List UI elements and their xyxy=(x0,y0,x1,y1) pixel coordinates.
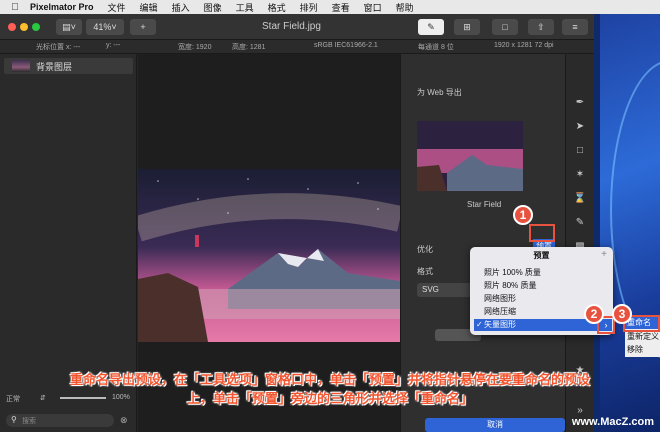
export-header: 为 Web 导出 xyxy=(417,88,462,97)
adjust-icon[interactable]: ≡ xyxy=(562,19,588,35)
menu-edit[interactable]: 编辑 xyxy=(140,1,158,14)
cancel-button[interactable]: 取消 xyxy=(425,418,565,432)
desktop-wallpaper xyxy=(600,0,660,432)
step-badge: 3 xyxy=(612,304,632,324)
remove-item[interactable]: 移除 xyxy=(627,344,643,355)
popup-title: 预置 xyxy=(533,251,550,260)
image-width: 宽度: 1920 xyxy=(178,44,212,51)
step-badge: 2 xyxy=(584,304,604,324)
image-height: 高度: 1281 xyxy=(232,44,266,51)
preview-name: Star Field xyxy=(467,200,502,209)
crop-button[interactable]: ⊞ xyxy=(454,19,480,35)
menu-help[interactable]: 帮助 xyxy=(396,1,414,14)
app-menu[interactable]: Pixelmator Pro xyxy=(30,2,94,12)
menu-arrange[interactable]: 排列 xyxy=(300,1,318,14)
menu-view[interactable]: 查看 xyxy=(332,1,350,14)
zoom-value: 41% xyxy=(93,22,112,32)
pen-icon[interactable]: ✒ xyxy=(573,96,587,110)
share-icon[interactable]: ⇧ xyxy=(528,19,554,35)
eyedropper-icon[interactable]: ⌛ xyxy=(573,192,587,206)
format-label: 格式 xyxy=(417,267,433,276)
layer-name: 背景图层 xyxy=(36,61,73,72)
menu-insert[interactable]: 插入 xyxy=(172,1,190,14)
color-space: sRGB IEC61966-2.1 xyxy=(314,42,378,49)
highlight-preset xyxy=(529,224,555,242)
cancel-label: 取消 xyxy=(487,420,503,429)
cursor-x: 光标位置 x: --- xyxy=(36,44,81,51)
watermark: www.MacZ.com xyxy=(571,416,654,428)
marquee-icon[interactable]: □ xyxy=(573,144,587,158)
brush-icon[interactable]: ✎ xyxy=(573,216,587,230)
tutorial-caption: 重命名导出预设，在「工具选项」窗格口中，单击「预置」并将指针悬停在要重命名的预设… xyxy=(0,370,660,418)
menu-file[interactable]: 文件 xyxy=(108,1,126,14)
screenshot:  Pixelmator Pro 文件 编辑 插入 图像 工具 格式 排列 查看… xyxy=(0,0,660,432)
menu-bar:  Pixelmator Pro 文件 编辑 插入 图像 工具 格式 排列 查看… xyxy=(0,0,660,14)
layer-thumbnail xyxy=(12,60,30,72)
add-button[interactable]: + xyxy=(130,19,156,35)
caption-line: 上，单击「预置」旁边的三角形并选择「重命名」 xyxy=(186,391,473,406)
bit-depth: 每通道 8 位 xyxy=(418,44,454,51)
format-value: SVG xyxy=(422,285,439,294)
menu-format[interactable]: 格式 xyxy=(268,1,286,14)
document-title: Star Field.jpg xyxy=(262,21,321,32)
step-badge: 1 xyxy=(513,205,533,225)
cursor-y: y: --- xyxy=(106,42,121,49)
apple-icon[interactable]:  xyxy=(0,2,30,13)
export-preview xyxy=(417,121,523,191)
document-button[interactable]: □ xyxy=(492,19,518,35)
redefine-item[interactable]: 重新定义 xyxy=(627,331,659,342)
brush-tool-button[interactable]: ✎ xyxy=(418,19,444,35)
star-field-photo xyxy=(138,169,400,342)
sidebar-toggle-button[interactable]: ▤˅ xyxy=(56,19,82,35)
zoom-window-button[interactable] xyxy=(32,23,40,31)
info-bar: 光标位置 x: --- y: --- 宽度: 1920 高度: 1281 sRG… xyxy=(0,40,594,54)
checkmark-icon: ✓ xyxy=(476,320,483,329)
title-bar: ▤˅ 41% ˅ + Star Field.jpg ✎ ⊞ □ ⇧ ≡ xyxy=(0,14,594,40)
menu-image[interactable]: 图像 xyxy=(204,1,222,14)
menu-tools[interactable]: 工具 xyxy=(236,1,254,14)
preset-item[interactable]: 网络图形 xyxy=(484,293,609,305)
format-dropdown[interactable]: SVG xyxy=(417,283,477,297)
preset-item[interactable]: 照片 100% 质量 xyxy=(484,267,609,279)
select-arrow-icon[interactable]: ➤ xyxy=(573,120,587,134)
caption-line: 重命名导出预设，在「工具选项」窗格口中，单击「预置」并将指针悬停在要重命名的预设 xyxy=(69,372,590,387)
menu-window[interactable]: 窗口 xyxy=(364,1,382,14)
close-window-button[interactable] xyxy=(8,23,16,31)
add-preset-icon[interactable]: + xyxy=(601,249,607,260)
layer-item[interactable]: 背景图层 xyxy=(4,58,133,74)
zoom-dropdown[interactable]: 41% ˅ xyxy=(86,19,124,35)
preset-item[interactable]: 照片 80% 质量 xyxy=(484,280,609,292)
magic-wand-icon[interactable]: ✶ xyxy=(573,168,587,182)
preset-item-label: 矢量图形 xyxy=(484,320,516,329)
image-dimensions: 1920 x 1281 72 dpi xyxy=(494,42,554,49)
optimize-label: 优化 xyxy=(417,245,433,254)
minimize-window-button[interactable] xyxy=(20,23,28,31)
